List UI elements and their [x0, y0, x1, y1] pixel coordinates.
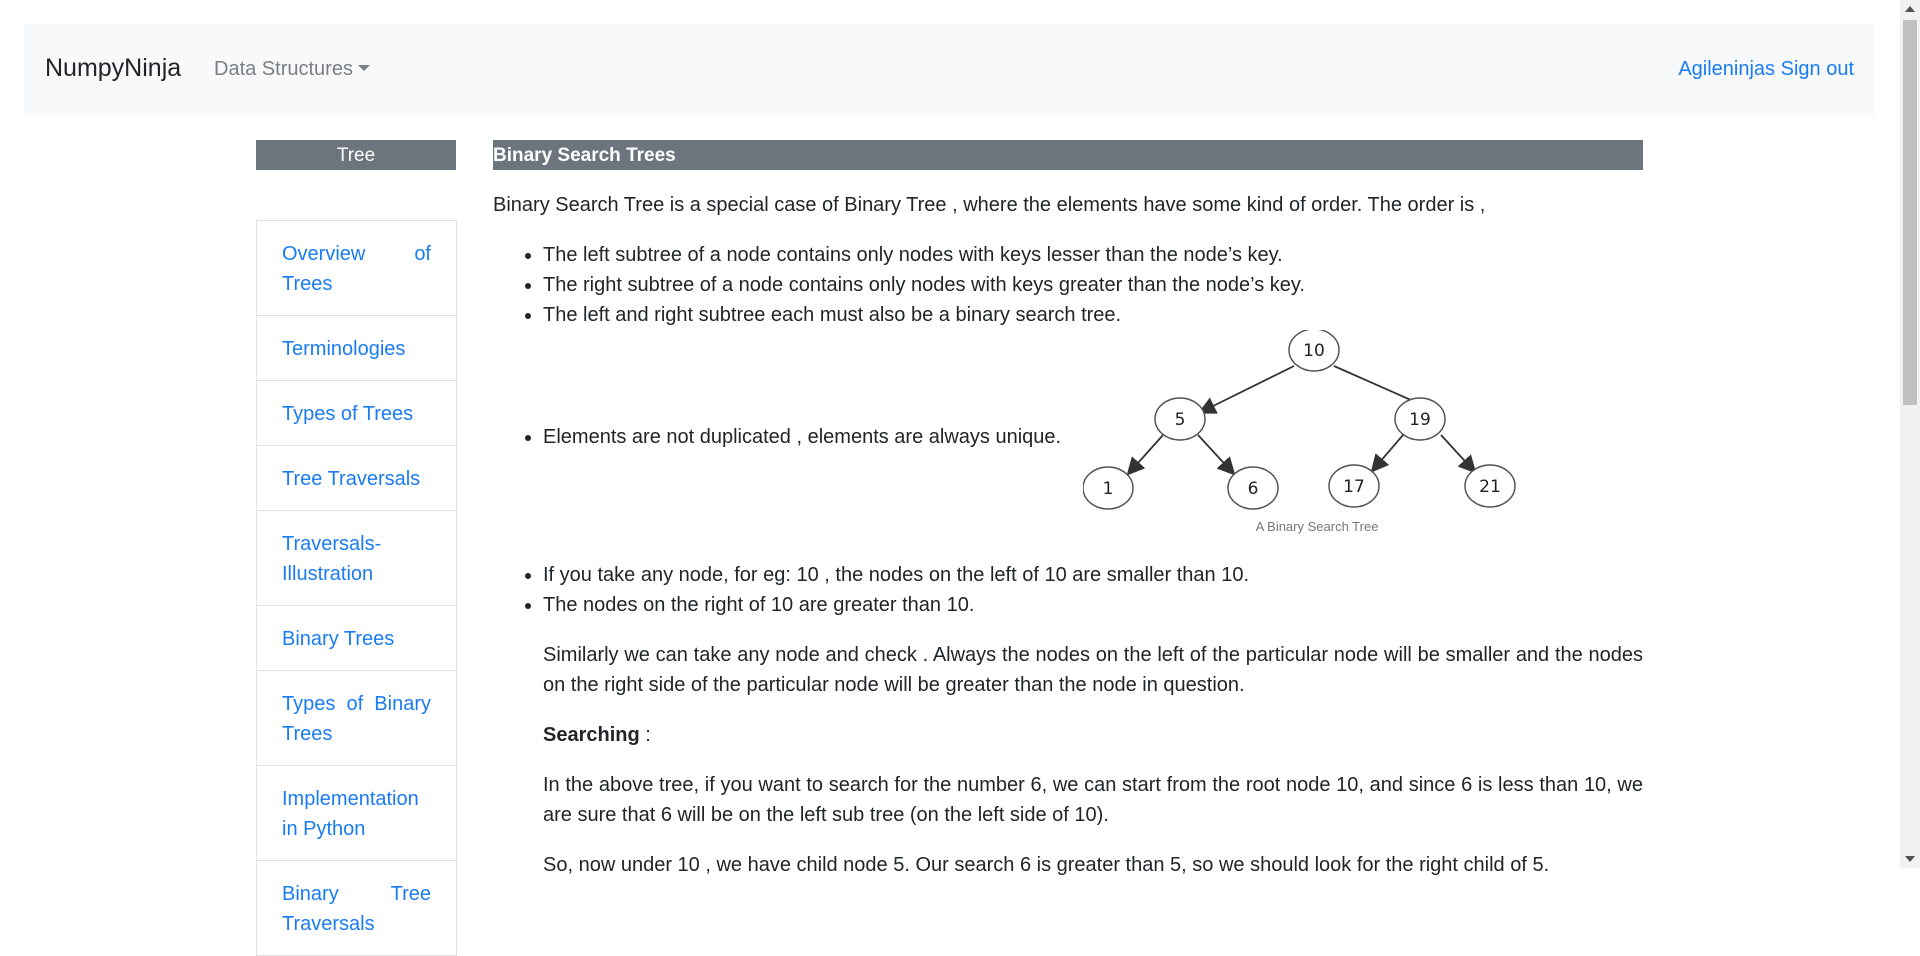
brand-logo[interactable]: NumpyNinja [45, 54, 181, 83]
sidebar-item-types-of-trees[interactable]: Types of Trees [257, 381, 456, 446]
dropdown-label: Data Structures [214, 58, 353, 80]
navbar: NumpyNinja Data Structures Agileninjas S… [24, 24, 1874, 116]
sidebar-item-traversals-illustration[interactable]: Traversals-Illustration [257, 511, 456, 606]
page-title: Binary Search Trees [493, 140, 1643, 170]
sidebar-item-implementation-in-python[interactable]: Implementation in Python [257, 766, 456, 861]
caret-down-icon [357, 65, 370, 71]
tree-node-label: 5 [1175, 410, 1186, 430]
searching-heading: Searching : [493, 720, 1643, 750]
list-item: The left and right subtree each must als… [543, 300, 1643, 330]
main-content: Binary Search Tree is a special case of … [493, 190, 1643, 880]
searching-label: Searching [543, 724, 640, 746]
edge-5-1 [1126, 434, 1164, 476]
tree-node-label: 19 [1409, 410, 1431, 430]
user-link[interactable]: Agileninjas [1678, 58, 1775, 80]
sidebar-item-types-of-binary-trees[interactable]: Types of Binary Trees [257, 671, 456, 766]
list-item: Elements are not duplicated , elements a… [543, 422, 1061, 452]
tree-node-label: 21 [1479, 477, 1501, 497]
sidebar-item-binary-tree-traversals[interactable]: Binary Tree Traversals [257, 861, 456, 956]
tree-node-label: 17 [1343, 477, 1365, 497]
sidebar-item-tree-traversals[interactable]: Tree Traversals [257, 446, 456, 511]
search-paragraph: In the above tree, if you want to search… [543, 774, 1643, 826]
edge-19-21 [1440, 434, 1477, 474]
tree-node-label: 6 [1248, 479, 1259, 499]
unique-list: Elements are not duplicated , elements a… [493, 422, 1061, 452]
data-structures-dropdown[interactable]: Data Structures [214, 58, 370, 81]
list-item: If you take any node, for eg: 10 , the n… [543, 560, 1643, 590]
intro-paragraph: Binary Search Tree is a special case of … [493, 194, 1486, 216]
cut-off-paragraph: So, now under 10 , we have child node 5.… [543, 854, 1550, 876]
edge-5-6 [1197, 434, 1236, 476]
bst-rules-list: The left subtree of a node contains only… [493, 240, 1643, 330]
edge-10-5 [1197, 365, 1295, 414]
list-item: The nodes on the right of 10 are greater… [543, 590, 1643, 620]
list-item: The right subtree of a node contains onl… [543, 270, 1643, 300]
edge-19-17 [1370, 434, 1404, 473]
tree-node-label: 10 [1303, 341, 1325, 361]
scroll-thumb[interactable] [1903, 20, 1917, 405]
sidebar-item-binary-trees[interactable]: Binary Trees [257, 606, 456, 671]
similarly-paragraph: Similarly we can take any node and check… [543, 644, 1643, 696]
scrollbar[interactable] [1900, 0, 1920, 868]
user-nav: Agileninjas Sign out [1678, 58, 1854, 81]
tree-node-label: 1 [1103, 479, 1114, 499]
node-compare-list: If you take any node, for eg: 10 , the n… [493, 560, 1643, 620]
binary-search-tree-image: 10 5 19 1 6 17 21 A Binary Search Tree [1083, 330, 1516, 534]
sidebar-header: Tree [256, 140, 456, 170]
scroll-up-arrow[interactable] [1905, 6, 1915, 12]
tree-caption: A Binary Search Tree [1256, 519, 1379, 534]
searching-colon: : [639, 724, 651, 746]
list-item: The left subtree of a node contains only… [543, 240, 1643, 270]
unique-row: Elements are not duplicated , elements a… [493, 330, 1643, 560]
sign-out-link[interactable]: Sign out [1781, 58, 1854, 80]
sidebar-list: Overview of Trees Terminologies Types of… [256, 220, 457, 956]
sidebar-item-overview-of-trees[interactable]: Overview of Trees [257, 221, 456, 316]
scroll-down-arrow[interactable] [1905, 856, 1915, 862]
sidebar-item-terminologies[interactable]: Terminologies [257, 316, 456, 381]
